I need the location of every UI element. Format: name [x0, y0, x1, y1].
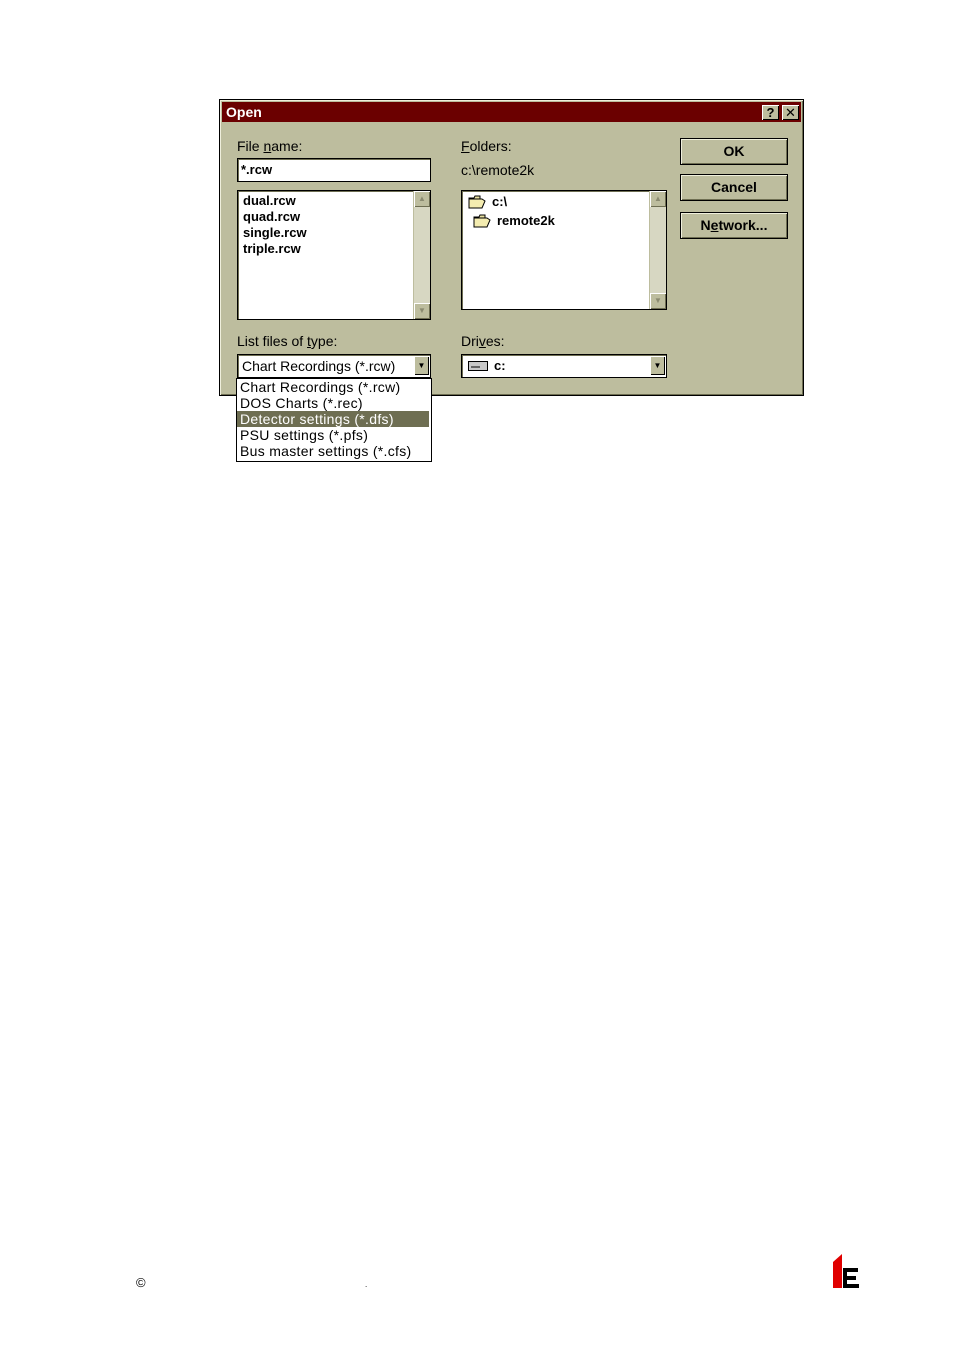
- file-name-label: File name:: [237, 138, 303, 154]
- dialog-title: Open: [226, 104, 262, 120]
- file-name-input[interactable]: *.rcw: [237, 158, 431, 182]
- dropdown-option[interactable]: DOS Charts (*.rec): [237, 395, 429, 411]
- folders-label: Folders:: [461, 138, 512, 154]
- open-folder-icon: [473, 214, 491, 228]
- file-type-label: List files of type:: [237, 333, 338, 349]
- ok-button[interactable]: OK: [680, 138, 788, 165]
- dropdown-option[interactable]: Bus master settings (*.cfs): [237, 443, 429, 459]
- file-name-value: *.rcw: [241, 162, 273, 177]
- chevron-down-icon[interactable]: ▼: [414, 356, 429, 375]
- file-type-select[interactable]: Chart Recordings (*.rcw) ▼: [237, 354, 431, 378]
- folder-item[interactable]: remote2k: [497, 213, 555, 228]
- list-item[interactable]: dual.rcw: [243, 193, 296, 208]
- help-button[interactable]: ?: [762, 105, 779, 120]
- chevron-down-icon[interactable]: ▼: [650, 356, 665, 375]
- scroll-down-icon[interactable]: ▼: [650, 293, 666, 309]
- file-list[interactable]: dual.rcw quad.rcw single.rcw triple.rcw …: [237, 190, 431, 320]
- drive-selected: c:: [494, 358, 506, 373]
- scroll-down-icon[interactable]: ▼: [414, 303, 430, 319]
- network-button[interactable]: Network...: [680, 212, 788, 239]
- title-bar[interactable]: Open ? ✕: [222, 102, 801, 122]
- folder-list-scrollbar[interactable]: ▲ ▼: [649, 191, 666, 309]
- list-item[interactable]: quad.rcw: [243, 209, 300, 224]
- hard-drive-icon: [468, 361, 488, 371]
- cancel-button[interactable]: Cancel: [680, 174, 788, 201]
- file-type-dropdown[interactable]: Chart Recordings (*.rcw) DOS Charts (*.r…: [236, 378, 432, 462]
- drives-select[interactable]: c: ▼: [461, 354, 667, 378]
- file-list-scrollbar[interactable]: ▲ ▼: [413, 191, 430, 319]
- close-button[interactable]: ✕: [782, 105, 799, 120]
- drives-label: Drives:: [461, 333, 505, 349]
- list-item[interactable]: triple.rcw: [243, 241, 301, 256]
- footer-dot: .: [365, 1280, 368, 1289]
- current-folder-path: c:\remote2k: [461, 162, 535, 178]
- dropdown-option-selected[interactable]: Detector settings (*.dfs): [237, 411, 429, 427]
- scroll-up-icon[interactable]: ▲: [650, 191, 666, 207]
- company-logo-icon: [833, 1254, 859, 1288]
- dropdown-option[interactable]: Chart Recordings (*.rcw): [237, 379, 429, 395]
- file-type-selected: Chart Recordings (*.rcw): [242, 358, 396, 374]
- scroll-up-icon[interactable]: ▲: [414, 191, 430, 207]
- dropdown-option[interactable]: PSU settings (*.pfs): [237, 427, 429, 443]
- copyright-symbol: ©: [136, 1275, 146, 1290]
- open-folder-icon: [468, 195, 486, 209]
- list-item[interactable]: single.rcw: [243, 225, 307, 240]
- open-dialog: Open ? ✕ File name: *.rcw dual.rcw quad.…: [219, 99, 804, 396]
- folder-item[interactable]: c:\: [492, 194, 507, 209]
- folder-list[interactable]: c:\ remote2k ▲ ▼: [461, 190, 667, 310]
